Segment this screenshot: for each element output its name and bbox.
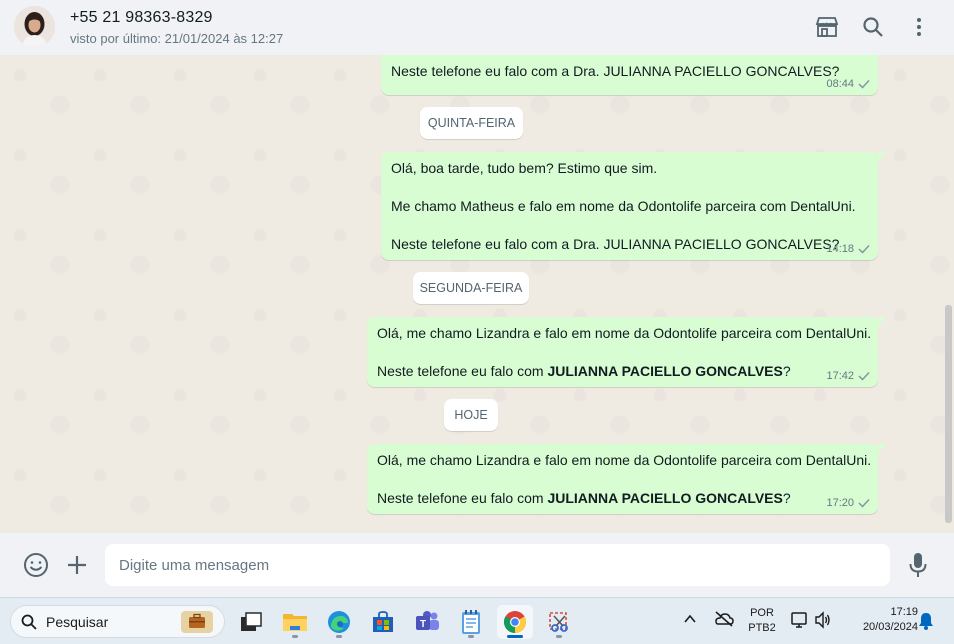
show-hidden-icons-chevron-icon[interactable] [683,612,697,631]
language-label: POR [750,607,774,619]
message-bubble-outgoing[interactable]: Olá, me chamo Lizandra e falo em nome da… [367,444,886,514]
snipping-tool-icon [549,612,568,632]
message-meta: 17:20 [826,497,870,509]
chrome-app[interactable] [497,605,533,639]
microsoft-store-app[interactable] [365,605,401,639]
message-time: 08:44 [826,78,854,90]
taskbar-search[interactable]: Pesquisar [10,605,225,638]
contact-name: +55 21 98363-8329 [70,9,213,26]
contact-avatar[interactable] [14,6,55,47]
edge-browser-app[interactable] [321,605,357,639]
store-icon [373,611,393,632]
language-indicator[interactable]: POR PTB2 [746,607,778,634]
task-view-app[interactable] [233,605,269,639]
message-time: 17:20 [826,497,854,509]
single-check-icon [858,498,870,508]
single-check-icon [858,79,870,89]
teams-icon: T [416,611,439,630]
message-text: Me chamo Matheus e falo em nome da Odont… [391,198,856,214]
single-check-icon [858,244,870,254]
briefcase-icon [181,610,213,633]
taskbar-search-label: Pesquisar [46,613,109,630]
chat-header: +55 21 98363-8329 visto por último: 21/0… [0,0,954,55]
windows-taskbar: Pesquisar T POR PTB2 17:19 20/03/2024 [0,597,954,644]
message-text: Neste telefone eu falo com JULIANNA PACI… [377,363,791,379]
notepad-icon [462,610,480,634]
search-icon[interactable] [860,14,886,40]
chat-scrollbar[interactable] [945,305,952,523]
search-icon [21,614,37,630]
notepad-app[interactable] [453,605,489,639]
message-text: Neste telefone eu falo com JULIANNA PACI… [377,490,791,506]
microphone-icon[interactable] [904,551,932,579]
chat-messages-area[interactable]: Neste telefone eu falo com a Dra. JULIAN… [0,55,954,533]
catalog-store-icon[interactable] [814,14,840,40]
message-composer [0,533,954,597]
folder-icon [283,614,307,631]
clock-time: 17:19 [890,606,918,618]
system-clock[interactable]: 17:19 20/03/2024 [842,606,918,633]
date-divider-label: QUINTA-FEIRA [427,116,516,130]
date-divider-label: HOJE [454,408,488,422]
date-divider-label: SEGUNDA-FEIRA [419,281,523,295]
clock-date: 20/03/2024 [862,621,918,633]
message-bubble-outgoing[interactable]: Olá, me chamo Lizandra e falo em nome da… [367,317,886,387]
contact-info[interactable]: +55 21 98363-8329 visto por último: 21/0… [70,9,283,46]
single-check-icon [858,371,870,381]
message-text: Neste telefone eu falo com a Dra. JULIAN… [391,63,840,79]
message-bubble-outgoing[interactable]: Neste telefone eu falo com a Dra. JULIAN… [381,55,878,95]
snipping-tool-app[interactable] [541,605,577,639]
volume-icon[interactable] [814,611,832,634]
message-time: 14:18 [826,243,854,255]
chrome-icon [504,611,526,633]
bubble-tail [878,444,886,454]
bubble-tail [878,317,886,327]
onedrive-offline-icon[interactable] [714,611,734,632]
svg-text:T: T [420,619,426,630]
keyboard-layout-label: PTB2 [748,622,776,634]
message-text: Olá, me chamo Lizandra e falo em nome da… [377,325,872,341]
message-time: 17:42 [826,370,854,382]
edge-icon [328,611,350,633]
menu-kebab-icon[interactable] [906,14,932,40]
message-input[interactable] [105,544,890,586]
emoji-icon[interactable] [22,551,50,579]
date-divider: HOJE [444,399,498,431]
message-text: Olá, me chamo Lizandra e falo em nome da… [377,452,872,468]
file-explorer-app[interactable] [277,605,313,639]
bubble-tail [878,152,886,162]
attach-plus-icon[interactable] [63,551,91,579]
date-divider: QUINTA-FEIRA [420,107,523,139]
contact-last-seen: visto por último: 21/01/2024 às 12:27 [70,31,284,46]
message-text: Olá, boa tarde, tudo bem? Estimo que sim… [391,160,658,176]
message-meta: 08:44 [826,78,870,90]
message-text: Neste telefone eu falo com a Dra. JULIAN… [391,236,840,252]
message-meta: 17:42 [826,370,870,382]
teams-app[interactable]: T [409,605,445,639]
network-icon[interactable] [791,611,809,634]
notification-bell-icon[interactable] [918,612,934,635]
message-meta: 14:18 [826,243,870,255]
task-view-icon [241,612,262,631]
date-divider: SEGUNDA-FEIRA [413,272,529,304]
message-bubble-outgoing[interactable]: Olá, boa tarde, tudo bem? Estimo que sim… [381,152,886,260]
